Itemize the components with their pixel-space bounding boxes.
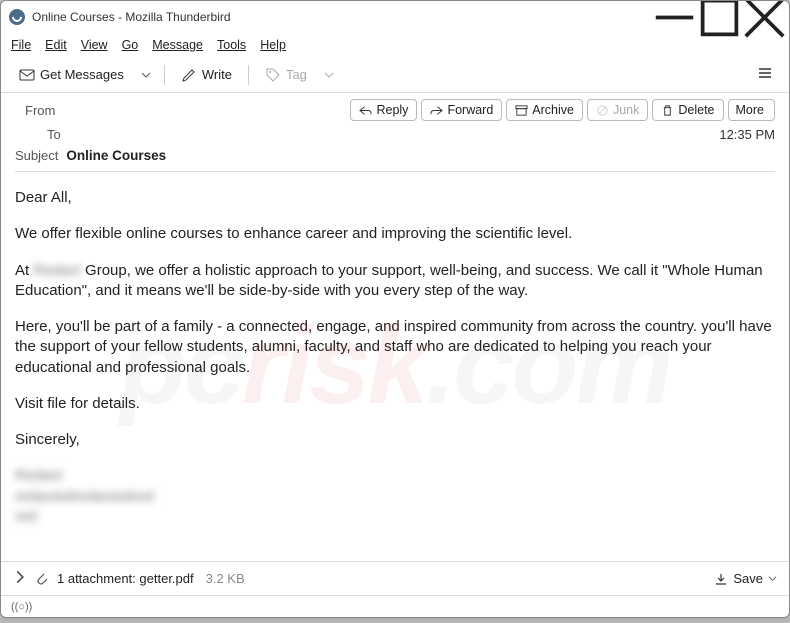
write-button[interactable]: Write: [173, 63, 240, 87]
get-messages-label: Get Messages: [40, 67, 124, 82]
attachment-toggle[interactable]: [13, 570, 27, 587]
get-messages-dropdown[interactable]: [136, 70, 156, 80]
subject-label: Subject: [15, 148, 58, 163]
message-header: From Reply Forward Archive Junk: [1, 93, 789, 172]
forward-button[interactable]: Forward: [421, 99, 502, 121]
archive-icon: [515, 104, 528, 117]
forward-icon: [430, 104, 443, 117]
maximize-button[interactable]: [697, 2, 742, 32]
toolbar: Get Messages Write Tag: [1, 57, 789, 93]
body-signature: Redact redactedredactedred red: [15, 466, 775, 527]
message-time: 12:35 PM: [719, 127, 775, 142]
body-p4: Here, you'll be part of a family - a con…: [15, 317, 775, 378]
main-window: Online Courses - Mozilla Thunderbird Fil…: [0, 0, 790, 618]
attachment-bar: 1 attachment: getter.pdf 3.2 KB Save: [1, 561, 789, 595]
body-p3: At Redact Group, we offer a holistic app…: [15, 261, 775, 302]
archive-button[interactable]: Archive: [506, 99, 583, 121]
menu-edit[interactable]: Edit: [45, 38, 67, 52]
tag-button[interactable]: Tag: [257, 63, 315, 87]
attachment-label[interactable]: 1 attachment: getter.pdf: [57, 571, 194, 586]
close-button[interactable]: [742, 2, 787, 32]
app-menu-button[interactable]: [751, 59, 779, 90]
inbox-icon: [19, 67, 35, 83]
body-p2: We offer flexible online courses to enha…: [15, 224, 775, 244]
body-p5: Visit file for details.: [15, 394, 775, 414]
junk-button[interactable]: Junk: [587, 99, 648, 121]
from-label: From: [15, 103, 85, 118]
menu-help[interactable]: Help: [260, 38, 286, 52]
redacted-name: Redact: [33, 262, 81, 279]
status-indicator: ((○)): [11, 601, 32, 613]
tag-label: Tag: [286, 67, 307, 82]
reply-icon: [359, 104, 372, 117]
minimize-button[interactable]: [652, 2, 697, 32]
paperclip-icon: [35, 572, 49, 586]
tag-dropdown[interactable]: [319, 70, 339, 80]
download-icon: [714, 572, 728, 586]
more-button[interactable]: More: [728, 99, 775, 121]
message-body: Dear All, We offer flexible online cours…: [1, 172, 789, 561]
statusbar: ((○)): [1, 595, 789, 617]
titlebar: Online Courses - Mozilla Thunderbird: [1, 1, 789, 33]
trash-icon: [661, 104, 674, 117]
write-label: Write: [202, 67, 232, 82]
window-title: Online Courses - Mozilla Thunderbird: [32, 10, 231, 24]
body-signoff: Sincerely,: [15, 430, 775, 450]
menu-view[interactable]: View: [81, 38, 108, 52]
junk-icon: [596, 104, 609, 117]
pencil-icon: [181, 67, 197, 83]
menubar: File Edit View Go Message Tools Help: [1, 33, 789, 57]
get-messages-button[interactable]: Get Messages: [11, 63, 132, 87]
tag-icon: [265, 67, 281, 83]
menu-message[interactable]: Message: [152, 38, 203, 52]
body-greeting: Dear All,: [15, 188, 775, 208]
delete-button[interactable]: Delete: [652, 99, 723, 121]
menu-file[interactable]: File: [11, 38, 31, 52]
chevron-down-icon: [768, 574, 777, 583]
menu-go[interactable]: Go: [122, 38, 139, 52]
subject-value: Online Courses: [66, 148, 166, 163]
save-attachment-button[interactable]: Save: [714, 571, 777, 586]
reply-button[interactable]: Reply: [350, 99, 417, 121]
to-label: To: [15, 127, 85, 142]
menu-tools[interactable]: Tools: [217, 38, 246, 52]
attachment-size: 3.2 KB: [206, 571, 245, 586]
thunderbird-icon: [9, 9, 25, 25]
